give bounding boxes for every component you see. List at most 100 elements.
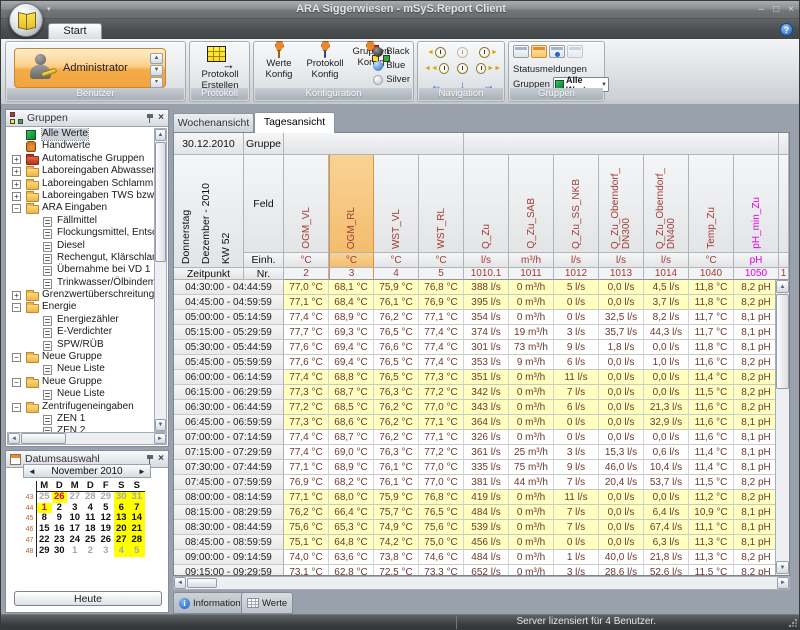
value-cell[interactable]: 77,3 °C xyxy=(419,370,464,385)
value-cell[interactable]: 76,5 °C xyxy=(419,505,464,520)
value-cell[interactable]: 52,6 l/s xyxy=(644,565,689,576)
value-cell[interactable]: 77,0 °C xyxy=(419,475,464,490)
value-cell[interactable]: 77,4 °C xyxy=(419,355,464,370)
value-cell[interactable]: 0 l/s xyxy=(554,415,599,430)
value-cell[interactable]: 0 m³/h xyxy=(509,415,554,430)
value-cell[interactable]: 40,0 l/s xyxy=(599,550,644,565)
value-cell[interactable]: 11,4 °C xyxy=(689,445,734,460)
value-cell[interactable]: 0 l/s xyxy=(554,310,599,325)
close-button[interactable]: × xyxy=(788,3,794,16)
tree-horizontal-scrollbar[interactable]: ◄ ► xyxy=(7,432,167,445)
value-cell[interactable]: 75 m³/h xyxy=(509,460,554,475)
value-cell[interactable]: 73,3 °C xyxy=(419,565,464,576)
value-cell[interactable]: 67,4 l/s xyxy=(644,520,689,535)
value-cell[interactable]: 68,1 °C xyxy=(329,280,374,295)
value-cell[interactable]: 73 m³/h xyxy=(509,340,554,355)
value-cell[interactable]: 0 m³/h xyxy=(509,370,554,385)
value-cell[interactable]: 77,1 °C xyxy=(419,430,464,445)
value-cell[interactable]: 68,9 °C xyxy=(329,310,374,325)
value-cell[interactable]: 15,3 l/s xyxy=(599,445,644,460)
tree-item-3[interactable]: +Laboreingaben Abwasser xyxy=(7,165,154,177)
value-cell[interactable]: 76,2 °C xyxy=(374,310,419,325)
time-cell[interactable]: 09:00:00 - 09:14:59 xyxy=(174,550,284,565)
user-up-button[interactable]: ▲ xyxy=(150,53,163,64)
konfig-button-1[interactable]: Protokoll Konfig xyxy=(302,45,348,80)
time-cell[interactable]: 05:30:00 - 05:44:59 xyxy=(174,340,284,355)
expand-icon[interactable]: + xyxy=(12,167,21,176)
calendar-day[interactable]: 30 xyxy=(114,492,130,503)
value-cell[interactable]: 76,5 °C xyxy=(374,355,419,370)
user-dropdown-button[interactable]: ▾ xyxy=(150,77,163,88)
table-vertical-scrollbar[interactable]: ▲ ▼ xyxy=(775,280,789,575)
help-icon[interactable]: ? xyxy=(780,23,793,36)
scroll-right-icon[interactable]: ► xyxy=(154,433,166,444)
value-cell[interactable]: 8,2 pH xyxy=(734,550,779,565)
value-cell[interactable]: 3 l/s xyxy=(554,565,599,576)
value-cell[interactable]: 69,4 °C xyxy=(329,355,374,370)
value-cell[interactable]: 76,8 °C xyxy=(419,490,464,505)
value-cell[interactable]: 8,1 pH xyxy=(734,340,779,355)
value-cell[interactable]: 9 m³/h xyxy=(509,355,554,370)
collapse-icon[interactable]: − xyxy=(12,378,21,387)
value-cell[interactable]: 11,6 °C xyxy=(689,400,734,415)
tree-item-1[interactable]: Handwerte xyxy=(7,140,154,152)
nav-first-button[interactable]: ◄ xyxy=(424,45,449,60)
konfig-button-0[interactable]: Werte Konfig xyxy=(256,45,302,80)
expand-icon[interactable]: + xyxy=(12,192,21,201)
value-cell[interactable]: 0 m³/h xyxy=(509,310,554,325)
value-cell[interactable]: 76,9 °C xyxy=(419,295,464,310)
value-cell[interactable]: 6,4 l/s xyxy=(644,505,689,520)
calendar-day[interactable]: 4 xyxy=(114,546,130,557)
tree-item-6[interactable]: −ARA Eingaben xyxy=(7,202,154,214)
value-cell[interactable]: 0,6 l/s xyxy=(644,445,689,460)
value-cell[interactable]: 374 l/s xyxy=(464,325,509,340)
value-cell[interactable]: 11,4 °C xyxy=(689,370,734,385)
value-cell[interactable]: 72,5 °C xyxy=(374,565,419,576)
value-cell[interactable]: 381 l/s xyxy=(464,475,509,490)
value-cell[interactable]: 77,1 °C xyxy=(284,460,329,475)
tree-item-17[interactable]: SPW/RÜB xyxy=(7,339,154,351)
value-cell[interactable]: 28,6 l/s xyxy=(599,565,644,576)
tree-item-13[interactable]: +Grenzwertüberschreitungen xyxy=(7,289,154,301)
collapse-icon[interactable]: − xyxy=(12,403,21,412)
calendar-day[interactable]: 30 xyxy=(52,546,68,557)
time-cell[interactable]: 09:15:00 - 09:29:59 xyxy=(174,565,284,576)
value-cell[interactable]: 0,0 l/s xyxy=(644,430,689,445)
info-window-icon[interactable] xyxy=(549,45,565,58)
value-cell[interactable]: 0 m³/h xyxy=(509,295,554,310)
value-cell[interactable]: 76,2 °C xyxy=(374,430,419,445)
scroll-right-icon[interactable]: ► xyxy=(777,577,789,589)
value-cell[interactable]: 77,2 °C xyxy=(284,400,329,415)
value-cell[interactable]: 44 m³/h xyxy=(509,475,554,490)
value-cell[interactable]: 3,7 l/s xyxy=(644,295,689,310)
tree-item-22[interactable]: −Zentrifugeneingaben xyxy=(7,401,154,413)
value-cell[interactable]: 64,8 °C xyxy=(329,535,374,550)
value-cell[interactable]: 11,3 °C xyxy=(689,535,734,550)
value-cell[interactable]: 11,5 °C xyxy=(689,475,734,490)
value-cell[interactable]: 354 l/s xyxy=(464,310,509,325)
tree-item-15[interactable]: Energiezähler xyxy=(7,314,154,326)
value-cell[interactable]: 73,8 °C xyxy=(374,550,419,565)
value-cell[interactable]: 7 l/s xyxy=(554,475,599,490)
value-cell[interactable]: 5 l/s xyxy=(554,280,599,295)
value-cell[interactable]: 3 l/s xyxy=(554,445,599,460)
time-cell[interactable]: 06:00:00 - 06:14:59 xyxy=(174,370,284,385)
value-cell[interactable]: 68,6 °C xyxy=(329,415,374,430)
value-cell[interactable]: 77,4 °C xyxy=(284,310,329,325)
value-cell[interactable]: 0,0 l/s xyxy=(599,400,644,415)
time-cell[interactable]: 06:30:00 - 06:44:59 xyxy=(174,400,284,415)
resize-grip[interactable] xyxy=(788,618,797,627)
quick-access-chevron-icon[interactable]: ▾ xyxy=(47,5,51,13)
value-cell[interactable]: 77,1 °C xyxy=(284,490,329,505)
value-cell[interactable]: 6 l/s xyxy=(554,355,599,370)
value-cell[interactable]: 77,4 °C xyxy=(284,430,329,445)
value-cell[interactable]: 3 l/s xyxy=(554,325,599,340)
value-cell[interactable]: 75,1 °C xyxy=(284,535,329,550)
scroll-thumb[interactable] xyxy=(187,578,217,588)
tree-item-5[interactable]: +Laboreingaben TWS bzw. TWB xyxy=(7,190,154,202)
collapse-icon[interactable]: − xyxy=(12,204,21,213)
value-cell[interactable]: 8,1 pH xyxy=(734,460,779,475)
value-cell[interactable]: 77,4 °C xyxy=(419,325,464,340)
value-cell[interactable]: 7 l/s xyxy=(554,520,599,535)
calendar-day[interactable]: 29 xyxy=(36,546,52,557)
